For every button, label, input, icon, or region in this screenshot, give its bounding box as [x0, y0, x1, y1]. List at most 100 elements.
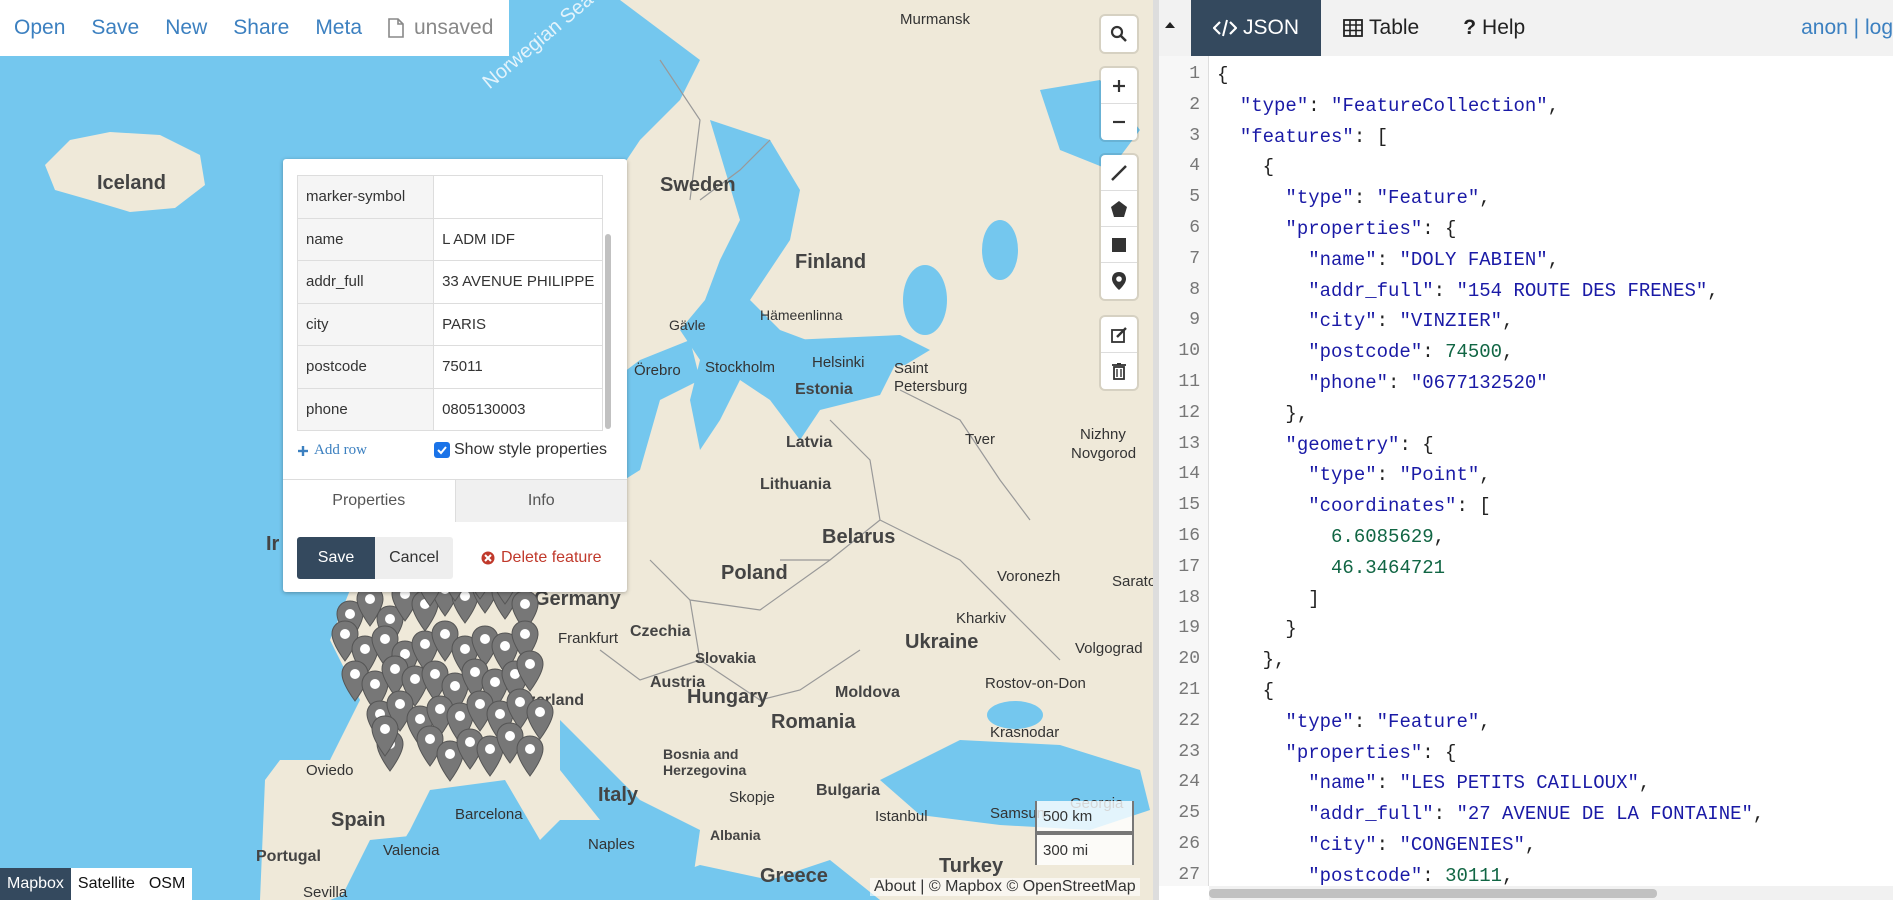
table-scrollbar[interactable]: [605, 234, 611, 429]
line-number: 26: [1178, 834, 1200, 854]
country-label: Hungary: [687, 686, 769, 708]
edit-control: [1101, 317, 1137, 389]
code-line: "postcode": 30111,: [1308, 864, 1514, 886]
property-key[interactable]: postcode: [297, 345, 435, 389]
tab-info[interactable]: Info: [455, 480, 627, 522]
city-label: Volgograd: [1075, 640, 1143, 657]
line-number: 27: [1178, 864, 1200, 885]
map-marker-icon[interactable]: [515, 650, 545, 692]
property-value[interactable]: [433, 175, 603, 219]
add-row-button[interactable]: Add row: [297, 442, 367, 459]
search-button[interactable]: [1101, 16, 1137, 52]
edit-layers-button[interactable]: [1101, 317, 1137, 353]
line-number: 24: [1178, 772, 1200, 793]
tab-help[interactable]: ? Help: [1441, 0, 1547, 56]
plus-icon: [298, 445, 308, 456]
code-line: },: [1217, 649, 1286, 672]
menu-share[interactable]: Share: [233, 16, 289, 40]
draw-control: [1101, 155, 1137, 299]
zoom-out-button[interactable]: [1101, 104, 1137, 140]
json-editor[interactable]: 1 2 3 4 5 6 7 8 9 10 11 12 13 14 15 16 17 18 19 20 21 22 23 24 2…: [1159, 56, 1893, 886]
map-marker-icon[interactable]: [515, 735, 545, 777]
menu-save[interactable]: Save: [91, 16, 139, 40]
draw-polygon-button[interactable]: [1101, 191, 1137, 227]
plus-icon: [1113, 79, 1125, 92]
draw-marker-button[interactable]: [1101, 263, 1137, 299]
line-number: 16: [1178, 526, 1200, 546]
map-marker-icon[interactable]: [370, 715, 400, 757]
delete-layers-button[interactable]: [1101, 353, 1137, 389]
scrollbar-thumb[interactable]: [1209, 889, 1657, 898]
horizontal-scrollbar[interactable]: [1209, 886, 1893, 900]
show-style-checkbox[interactable]: [434, 442, 450, 458]
logout-link[interactable]: log: [1865, 16, 1893, 39]
code-line: "addr_full": "154 ROUTE DES FRENES",: [1308, 279, 1719, 302]
edit-icon: [1111, 326, 1127, 343]
collapse-button[interactable]: [1163, 18, 1177, 37]
file-status-label: unsaved: [414, 16, 494, 39]
minus-icon: [1113, 120, 1125, 124]
popup-actions: Save Cancel Delete feature: [297, 537, 602, 579]
map-marker-icon[interactable]: [525, 698, 555, 740]
map[interactable]: Norwegian Sea Iceland Sweden Finland Est…: [0, 0, 1153, 900]
property-value[interactable]: L ADM IDF: [433, 217, 603, 261]
line-number: 11: [1178, 372, 1200, 392]
property-value[interactable]: 33 AVENUE PHILIPPE: [433, 260, 603, 304]
delete-feature-button[interactable]: Delete feature: [481, 549, 602, 567]
layer-satellite[interactable]: Satellite: [70, 868, 142, 900]
code-line: 46.3464721: [1331, 556, 1446, 579]
city-label: Oviedo: [306, 762, 354, 779]
country-label: Iceland: [97, 172, 166, 194]
line-number-gutter: 1 2 3 4 5 6 7 8 9 10 11 12 13 14 15 16 17 18 19 20 21 22 23 24 2…: [1159, 56, 1209, 886]
draw-line-button[interactable]: [1101, 155, 1137, 191]
layer-mapbox[interactable]: Mapbox: [0, 868, 71, 900]
city-label: Murmansk: [900, 11, 971, 28]
line-number: 6: [1189, 218, 1200, 238]
username-link[interactable]: anon: [1801, 16, 1848, 39]
city-label: Barcelona: [455, 806, 523, 823]
tab-json[interactable]: JSON: [1191, 0, 1322, 56]
property-key[interactable]: name: [297, 217, 435, 261]
property-value[interactable]: 0805130003: [433, 387, 603, 431]
property-value[interactable]: 75011: [433, 345, 603, 389]
city-label: Frankfurt: [558, 630, 619, 647]
country-label: Latvia: [786, 434, 833, 451]
draw-rectangle-button[interactable]: [1101, 227, 1137, 263]
show-style-toggle[interactable]: Show style properties: [434, 441, 607, 459]
line-number: 2: [1189, 94, 1200, 115]
menu-open[interactable]: Open: [14, 16, 65, 40]
scale-mi: 300 mi: [1035, 833, 1134, 865]
table-row: phone 0805130003: [297, 387, 603, 431]
line-number: 19: [1178, 618, 1200, 639]
tab-table[interactable]: Table: [1321, 0, 1441, 56]
layer-osm[interactable]: OSM: [141, 868, 193, 900]
property-value[interactable]: PARIS: [433, 302, 603, 346]
line-number: 8: [1189, 279, 1200, 300]
tab-properties[interactable]: Properties: [283, 480, 456, 522]
code-icon: [1213, 19, 1237, 37]
country-label: Poland: [721, 562, 788, 584]
city-label: Saratov: [1112, 573, 1153, 590]
menu-new[interactable]: New: [165, 16, 207, 40]
table-row: name L ADM IDF: [297, 217, 603, 261]
line-number: 13: [1178, 433, 1200, 454]
line-number: 18: [1178, 587, 1200, 608]
code-line: "features": [: [1239, 125, 1389, 148]
country-label: Lithuania: [760, 476, 832, 493]
property-key[interactable]: city: [297, 302, 435, 346]
country-label: Bosnia and: [663, 746, 739, 762]
map-attribution[interactable]: About | © Mapbox © OpenStreetMap: [870, 878, 1140, 896]
country-label: Romania: [771, 711, 856, 733]
property-key[interactable]: phone: [297, 387, 435, 431]
cancel-button[interactable]: Cancel: [375, 537, 453, 579]
menu-meta[interactable]: Meta: [315, 16, 362, 40]
line-number: 15: [1178, 495, 1200, 516]
zoom-in-button[interactable]: [1101, 68, 1137, 104]
property-key[interactable]: marker-symbol: [297, 175, 435, 219]
property-key[interactable]: addr_full: [297, 260, 435, 304]
line-number: 21: [1178, 680, 1200, 700]
city-label: Hämeenlinna: [760, 307, 843, 323]
table-row: city PARIS: [297, 302, 603, 346]
save-button[interactable]: Save: [297, 537, 375, 579]
marker-icon: [1112, 272, 1126, 290]
